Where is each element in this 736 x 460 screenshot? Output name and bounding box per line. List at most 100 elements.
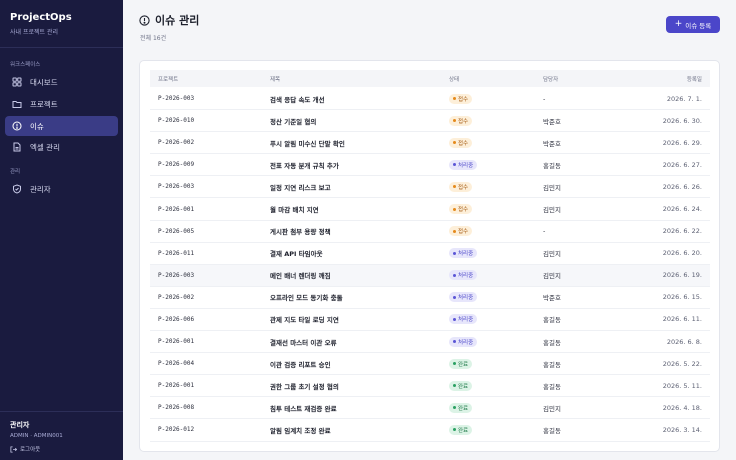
table-row[interactable]: P-2026-002 오프라인 모드 동기화 충돌 처리중 박준호 2026. 6. 1… [150, 287, 710, 309]
issue-title[interactable]: 이관 검증 리포트 승인 [270, 353, 331, 374]
sidebar-item-issues[interactable]: 이슈 [5, 116, 118, 136]
status-dot [453, 251, 456, 255]
status-cell: 접수 [449, 176, 473, 197]
created-date: 2026. 6. 30. [662, 116, 702, 125]
table-row[interactable]: P-2026-012 알림 임계치 조정 완료 완료 홍길동 2026. 3. 14. [150, 419, 710, 442]
issue-title[interactable]: 게시판 첨부 용량 정책 [270, 221, 331, 242]
owner-name: 홍길동 [543, 161, 561, 170]
user-panel: 관리자 ADMIN · ADMIN001 로그아웃 [0, 411, 123, 453]
table-row[interactable]: P-2026-004 이관 검증 리포트 승인 완료 홍길동 2026. 5. 22. [150, 353, 710, 376]
sidebar-item-label: 대시보드 [30, 77, 58, 87]
page-title: 이슈 관리 [155, 14, 200, 27]
created-date: 2026. 6. 11. [662, 315, 702, 324]
issue-title[interactable]: 푸시 알림 미수신 단말 확인 [270, 132, 345, 153]
table-row[interactable]: P-2026-003 검색 응답 속도 개선 접수 - 2026. 7. 1. [150, 88, 710, 111]
logout-icon [10, 445, 17, 453]
status-badge: 완료 [449, 424, 473, 435]
table-row[interactable]: P-2026-002 푸시 알림 미수신 단말 확인 접수 박준호 2026. 6. 2… [150, 132, 710, 155]
status-dot [453, 273, 456, 277]
workspace-section-label: 워크스페이스 [10, 62, 41, 68]
table-row[interactable]: P-2026-008 침투 테스트 재검증 완료 완료 김민지 2026. 4. 18. [150, 397, 710, 420]
project-code: P-2026-002 [158, 139, 195, 147]
status-label: 처리중 [458, 162, 474, 169]
status-cell: 완료 [449, 419, 473, 440]
table-row[interactable]: P-2026-001 권한 그룹 초기 설정 협의 완료 홍길동 2026. 5. 11… [150, 375, 710, 398]
column-header-status[interactable]: 상태 [449, 70, 459, 87]
status-cell: 완료 [449, 397, 473, 418]
created-date: 2026. 6. 24. [662, 205, 702, 214]
status-dot [453, 406, 456, 410]
issue-title[interactable]: 권한 그룹 초기 설정 협의 [270, 375, 339, 396]
project-code: P-2026-012 [158, 426, 195, 434]
brand-name[interactable]: ProjectOps [10, 12, 113, 23]
column-header-owner[interactable]: 담당자 [543, 70, 558, 87]
issue-title[interactable]: 검색 응답 속도 개선 [270, 88, 325, 109]
issue-title[interactable]: 결재선 마스터 이관 오류 [270, 331, 337, 352]
issue-title[interactable]: 월 마감 배치 지연 [270, 198, 319, 219]
status-cell: 처리중 [449, 243, 478, 264]
table-row[interactable]: P-2026-001 월 마감 배치 지연 접수 김민지 2026. 6. 24. [150, 198, 710, 221]
table-row[interactable]: P-2026-011 결재 API 타임아웃 처리중 김민지 2026. 6. 20. [150, 243, 710, 265]
project-code: P-2026-010 [158, 117, 195, 125]
issue-title[interactable]: 메인 배너 렌더링 깨짐 [270, 265, 331, 286]
owner-name: 김민지 [543, 404, 561, 413]
sidebar-item-admin[interactable]: 관리자 [5, 179, 118, 199]
created-date: 2026. 7. 1. [666, 94, 702, 103]
status-dot [453, 119, 456, 123]
status-badge: 처리중 [449, 336, 478, 347]
sidebar-item-projects[interactable]: 프로젝트 [5, 94, 118, 114]
project-code: P-2026-003 [158, 95, 195, 103]
owner-name: 김민지 [543, 250, 561, 259]
status-badge: 처리중 [449, 292, 478, 303]
status-cell: 처리중 [449, 331, 478, 352]
file-icon [12, 142, 22, 152]
project-code: P-2026-003 [158, 183, 195, 191]
page-header: 이슈 관리 전체 16건 [139, 12, 199, 42]
table-row[interactable]: P-2026-010 정산 기준일 협의 접수 박준호 2026. 6. 30. [150, 110, 710, 133]
status-dot [453, 229, 456, 233]
sidebar-item-dashboard[interactable]: 대시보드 [5, 72, 118, 92]
status-label: 처리중 [458, 339, 474, 346]
status-badge: 접수 [449, 181, 473, 192]
issue-title[interactable]: 결재 API 타임아웃 [270, 243, 323, 264]
table-row[interactable]: P-2026-001 결재선 마스터 이관 오류 처리중 홍길동 2026. 6. 8. [150, 331, 710, 354]
issue-title[interactable]: 침투 테스트 재검증 완료 [270, 397, 337, 418]
status-label: 처리중 [458, 251, 474, 258]
status-dot [453, 97, 456, 101]
issue-title[interactable]: 정산 기준일 협의 [270, 110, 316, 131]
project-code: P-2026-002 [158, 293, 195, 301]
status-label: 접수 [458, 118, 469, 125]
column-header-date[interactable]: 등록일 [687, 70, 702, 87]
sidebar-item-label: 엑셀 관리 [30, 142, 60, 152]
status-badge: 접수 [449, 204, 473, 215]
column-header-title[interactable]: 제목 [270, 70, 280, 87]
issue-title[interactable]: 알림 임계치 조정 완료 [270, 419, 331, 440]
alert-circle-icon [12, 121, 22, 131]
sidebar: ProjectOps 사내 프로젝트 관리 워크스페이스 대시보드 프로젝트 이… [0, 0, 123, 460]
table-row[interactable]: P-2026-009 전표 자동 분개 규칙 추가 처리중 홍길동 2026. 6. 2… [150, 154, 710, 177]
status-badge: 처리중 [449, 159, 478, 170]
issue-title[interactable]: 관제 지도 타일 로딩 지연 [270, 309, 339, 330]
issue-title[interactable]: 일정 지연 리스크 보고 [270, 176, 331, 197]
column-header-project[interactable]: 프로젝트 [158, 70, 178, 87]
owner-name: 홍길동 [543, 382, 561, 391]
status-label: 접수 [458, 229, 469, 236]
issue-title[interactable]: 전표 자동 분개 규칙 추가 [270, 154, 339, 175]
table-row[interactable]: P-2026-003 일정 지연 리스크 보고 접수 김민지 2026. 6. 26. [150, 176, 710, 199]
status-label: 접수 [458, 207, 469, 214]
table-row[interactable]: P-2026-005 게시판 첨부 용량 정책 접수 - 2026. 6. 22. [150, 221, 710, 243]
table-row[interactable]: P-2026-003 메인 배너 렌더링 깨짐 처리중 김민지 2026. 6. 19. [150, 264, 710, 287]
created-date: 2026. 6. 29. [662, 138, 702, 147]
project-code: P-2026-008 [158, 404, 195, 412]
add-issue-button[interactable]: + 이슈 등록 [666, 16, 720, 33]
owner-name: 박준호 [543, 139, 561, 148]
sidebar-item-excel[interactable]: 엑셀 관리 [5, 137, 118, 157]
table-header: 프로젝트 제목 상태 담당자 등록일 [150, 70, 710, 87]
issue-title[interactable]: 오프라인 모드 동기화 충돌 [270, 287, 343, 308]
created-date: 2026. 6. 8. [666, 337, 702, 346]
status-dot [453, 163, 456, 167]
status-cell: 처리중 [449, 309, 478, 330]
status-dot [453, 384, 456, 388]
logout-link[interactable]: 로그아웃 [10, 445, 113, 453]
table-row[interactable]: P-2026-006 관제 지도 타일 로딩 지연 처리중 홍길동 2026. 6. 1… [150, 309, 710, 332]
